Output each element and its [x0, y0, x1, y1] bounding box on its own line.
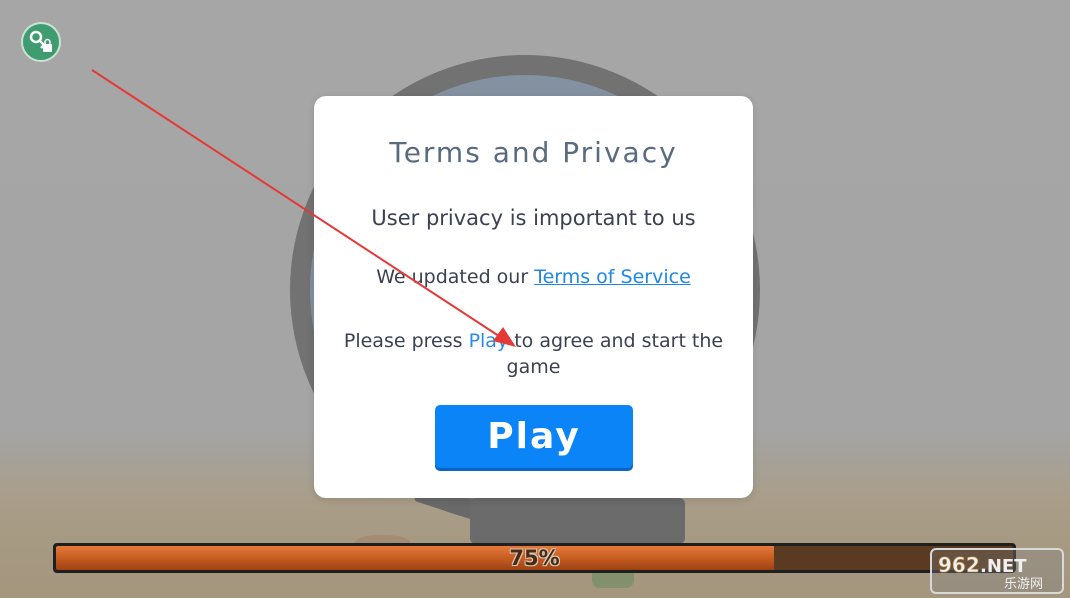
annotation-arrow-head	[493, 327, 516, 347]
annotation-arrow-line	[91, 69, 506, 341]
annotation-arrow	[91, 69, 516, 347]
